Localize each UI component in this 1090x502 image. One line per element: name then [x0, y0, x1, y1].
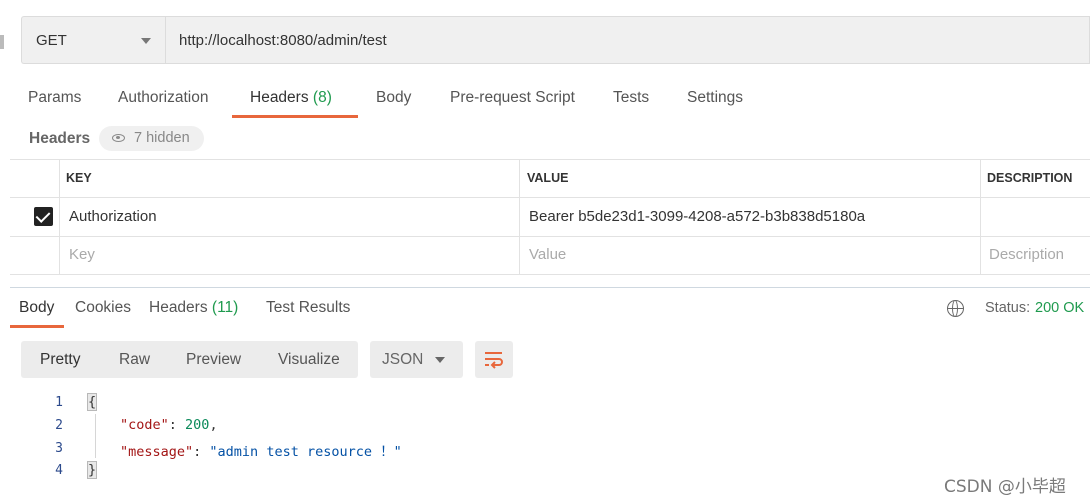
watermark: CSDN @小毕超	[944, 477, 1066, 497]
table-header-divider	[10, 197, 1090, 198]
response-headers-count: (11)	[211, 299, 239, 316]
method-label: GET	[36, 32, 67, 49]
code-line: "message": "admin test resource ！"	[120, 444, 402, 460]
code-line: }	[86, 461, 98, 479]
new-description-input[interactable]: Description	[989, 246, 1064, 263]
active-response-tab-indicator	[10, 325, 64, 328]
chevron-down-icon	[435, 357, 445, 363]
tab-tests[interactable]: Tests	[613, 89, 649, 107]
tab-authorization[interactable]: Authorization	[118, 89, 208, 107]
line-number: 1	[55, 395, 63, 410]
active-tab-indicator	[232, 115, 358, 118]
view-raw-button[interactable]: Raw	[119, 351, 150, 369]
code-line: "code": 200,	[120, 417, 218, 433]
chevron-down-icon	[141, 38, 151, 44]
table-col-divider	[519, 159, 520, 274]
table-border-bottom	[10, 274, 1090, 275]
tab-pre-request-script[interactable]: Pre-request Script	[450, 89, 575, 107]
line-number: 3	[55, 441, 63, 456]
view-pretty-button[interactable]: Pretty	[40, 351, 80, 369]
line-number: 4	[55, 463, 63, 478]
tab-settings[interactable]: Settings	[687, 89, 743, 107]
column-header-key: KEY	[66, 171, 92, 185]
wrap-lines-icon	[485, 352, 503, 369]
view-visualize-button[interactable]: Visualize	[278, 351, 340, 369]
check-icon	[35, 208, 51, 223]
globe-icon[interactable]	[947, 300, 964, 317]
url-input[interactable]: http://localhost:8080/admin/test	[165, 16, 1090, 64]
column-header-value: VALUE	[527, 171, 569, 185]
headers-count: (8)	[312, 89, 332, 106]
eye-icon	[112, 134, 125, 142]
table-col-divider	[980, 159, 981, 274]
format-label: JSON	[382, 351, 424, 368]
headers-section-title: Headers	[29, 130, 91, 147]
response-tab-test-results[interactable]: Test Results	[266, 299, 350, 317]
status-label: Status:	[985, 300, 1031, 316]
hidden-headers-label: 7 hidden	[134, 130, 190, 146]
indent-guide	[95, 414, 96, 458]
tab-body[interactable]: Body	[376, 89, 411, 107]
response-tab-body[interactable]: Body	[19, 299, 54, 317]
header-key-cell[interactable]: Authorization	[69, 208, 157, 225]
url-text: http://localhost:8080/admin/test	[179, 32, 387, 49]
wrap-lines-button[interactable]	[475, 341, 513, 378]
view-mode-group: Pretty Raw Preview Visualize	[21, 341, 358, 378]
new-value-input[interactable]: Value	[529, 246, 566, 263]
tab-headers[interactable]: Headers (8)	[250, 89, 332, 107]
hidden-headers-toggle[interactable]: 7 hidden	[99, 126, 204, 151]
header-enabled-checkbox[interactable]	[34, 207, 53, 226]
new-key-input[interactable]: Key	[69, 246, 95, 263]
status-value[interactable]: 200 OK	[1035, 300, 1084, 316]
table-col-divider	[59, 159, 60, 274]
left-scroll-handle[interactable]	[0, 35, 4, 49]
format-select[interactable]: JSON	[370, 341, 463, 378]
table-border-top	[10, 159, 1090, 160]
table-row-divider	[10, 236, 1090, 237]
tab-params[interactable]: Params	[28, 89, 81, 107]
line-number: 2	[55, 418, 63, 433]
column-header-description: DESCRIPTION	[987, 171, 1073, 185]
response-tab-cookies[interactable]: Cookies	[75, 299, 131, 317]
header-value-cell[interactable]: Bearer b5de23d1-3099-4208-a572-b3b838d51…	[529, 208, 865, 225]
code-line: {	[86, 393, 98, 411]
response-tab-headers[interactable]: Headers (11)	[149, 299, 238, 317]
response-divider[interactable]	[10, 287, 1090, 288]
method-select[interactable]: GET	[21, 16, 165, 64]
view-preview-button[interactable]: Preview	[186, 351, 241, 369]
